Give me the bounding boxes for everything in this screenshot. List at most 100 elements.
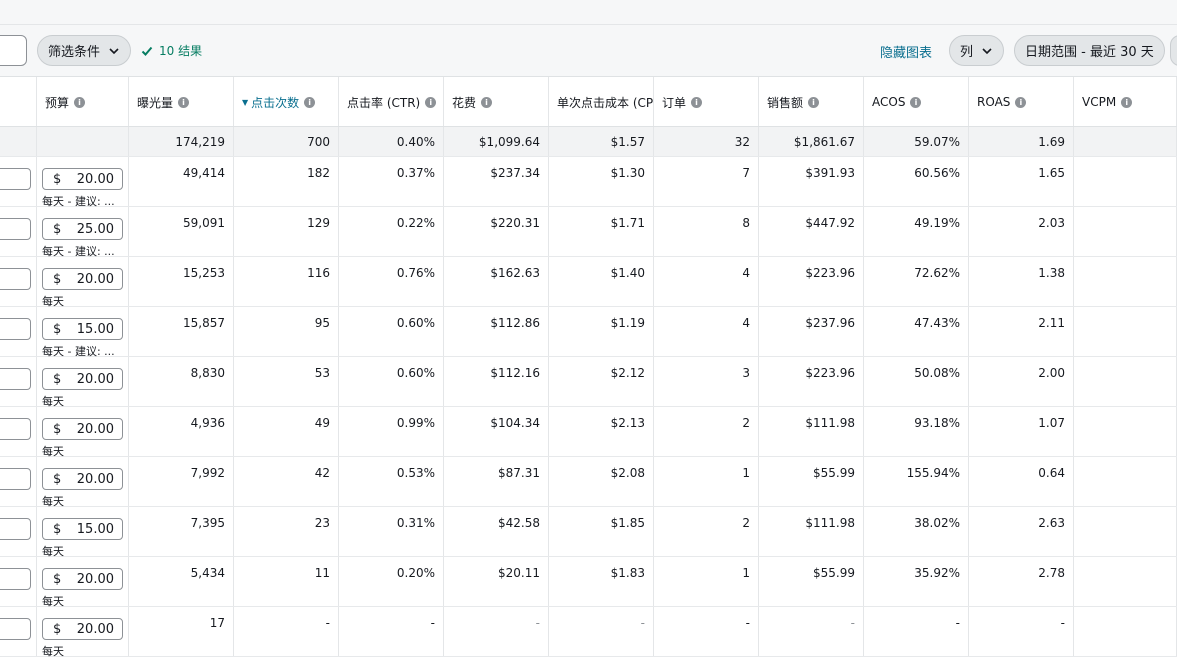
column-header-acos[interactable]: ACOS i [864, 77, 969, 127]
table-row: $20.00 每天 - 建议: ... 49,414 182 0.37% $237.34 $… [0, 157, 1177, 208]
ctr-cell: 0.37% [339, 157, 444, 206]
columns-dropdown-button[interactable]: 列 [949, 35, 1005, 66]
info-icon[interactable]: i [304, 96, 316, 108]
export-button[interactable] [1170, 35, 1177, 66]
info-icon[interactable]: i [425, 96, 437, 108]
column-header-label: 预算 [45, 95, 70, 110]
currency-symbol: $ [53, 572, 62, 587]
budget-input[interactable]: $20.00 [42, 568, 123, 590]
column-header-label: 销售额 [767, 95, 804, 110]
budget-input[interactable]: $20.00 [42, 468, 123, 490]
cpc-cell: $1.30 [549, 157, 654, 206]
name-input[interactable] [0, 518, 31, 540]
budget-input[interactable]: $25.00 [42, 218, 123, 240]
top-bar [0, 0, 1177, 25]
impressions-cell: 5,434 [129, 557, 234, 606]
hide-chart-link[interactable]: 隐藏图表 [880, 42, 932, 61]
budget-input[interactable]: $20.00 [42, 168, 123, 190]
column-header-label: 订单 [662, 95, 687, 110]
info-icon[interactable]: i [1121, 96, 1133, 108]
column-header-label: 点击次数 [251, 95, 300, 110]
info-icon[interactable]: i [481, 96, 493, 108]
acos-cell: 50.08% [864, 357, 969, 406]
currency-symbol: $ [53, 522, 62, 537]
budget-input[interactable]: $20.00 [42, 618, 123, 640]
vcpm-cell [1074, 257, 1177, 306]
column-header-ctr[interactable]: 点击率 (CTR) i [339, 77, 444, 127]
spend-cell: $237.34 [444, 157, 549, 206]
cpc-cell: $2.12 [549, 357, 654, 406]
column-header-cpc[interactable]: 单次点击成本 (CPC)i [549, 77, 654, 127]
column-header-label: VCPM [1082, 95, 1117, 109]
ctr-cell: 0.20% [339, 557, 444, 606]
roas-cell: 1.07 [969, 407, 1074, 456]
budget-input[interactable]: $20.00 [42, 368, 123, 390]
column-header-vcpm[interactable]: VCPM i [1074, 77, 1177, 127]
name-input[interactable] [0, 368, 31, 390]
roas-cell: - [969, 607, 1074, 656]
column-header-orders[interactable]: 订单 i [654, 77, 759, 127]
name-input[interactable] [0, 418, 31, 440]
columns-label: 列 [960, 45, 974, 60]
orders-cell: - [654, 607, 759, 656]
budget-input[interactable]: $20.00 [42, 418, 123, 440]
impressions-cell: 7,992 [129, 457, 234, 506]
column-header-label: 曝光量 [137, 95, 174, 110]
clicks-cell: - [234, 607, 339, 656]
column-header-clicks[interactable]: ▼ 点击次数 i [234, 77, 339, 127]
totals-ctr-cell: 0.40% [339, 127, 444, 156]
budget-amount: 20.00 [76, 472, 114, 487]
filter-dropdown-button[interactable]: 筛选条件 [37, 35, 132, 66]
info-icon[interactable]: i [74, 96, 86, 108]
search-input[interactable] [0, 35, 27, 66]
budget-input[interactable]: $15.00 [42, 518, 123, 540]
date-range-button[interactable]: 日期范围 - 最近 30 天 [1014, 35, 1165, 66]
name-input[interactable] [0, 168, 31, 190]
results-label: 10 结果 [159, 44, 203, 58]
name-input[interactable] [0, 318, 31, 340]
column-header-spend[interactable]: 花费 i [444, 77, 549, 127]
acos-cell: 35.92% [864, 557, 969, 606]
orders-cell: 1 [654, 557, 759, 606]
name-input[interactable] [0, 468, 31, 490]
info-icon[interactable]: i [178, 96, 190, 108]
budget-input[interactable]: $15.00 [42, 318, 123, 340]
name-cell [0, 207, 37, 256]
table-row: $20.00 每天 5,434 11 0.20% $20.11 $1.83 1 $55.99 35… [0, 557, 1177, 608]
name-input[interactable] [0, 268, 31, 290]
name-input[interactable] [0, 618, 31, 640]
totals-acos-cell: 59.07% [864, 127, 969, 156]
info-icon[interactable]: i [910, 96, 922, 108]
info-icon[interactable]: i [808, 96, 820, 108]
vcpm-cell [1074, 557, 1177, 606]
totals-clicks-cell: 700 [234, 127, 339, 156]
column-header-sales[interactable]: 销售额 i [759, 77, 864, 127]
roas-cell: 1.65 [969, 157, 1074, 206]
impressions-cell: 4,936 [129, 407, 234, 456]
ctr-cell: 0.99% [339, 407, 444, 456]
info-icon[interactable]: i [1015, 96, 1027, 108]
vcpm-cell [1074, 607, 1177, 656]
budget-input[interactable]: $20.00 [42, 268, 123, 290]
acos-cell: 60.56% [864, 157, 969, 206]
budget-amount: 25.00 [76, 222, 114, 237]
name-input[interactable] [0, 218, 31, 240]
clicks-cell: 95 [234, 307, 339, 356]
currency-symbol: $ [53, 422, 62, 437]
column-header-impressions[interactable]: 曝光量 i [129, 77, 234, 127]
clicks-cell: 49 [234, 407, 339, 456]
name-input[interactable] [0, 568, 31, 590]
orders-cell: 2 [654, 507, 759, 556]
column-header-roas[interactable]: ROAS i [969, 77, 1074, 127]
column-header-label: ACOS [872, 95, 906, 109]
sales-cell: $111.98 [759, 507, 864, 556]
budget-amount: 15.00 [76, 522, 114, 537]
impressions-cell: 7,395 [129, 507, 234, 556]
info-icon[interactable]: i [691, 96, 703, 108]
cpc-cell: $1.40 [549, 257, 654, 306]
roas-cell: 2.11 [969, 307, 1074, 356]
currency-symbol: $ [53, 222, 62, 237]
clicks-cell: 23 [234, 507, 339, 556]
sales-cell: $391.93 [759, 157, 864, 206]
column-header-budget[interactable]: 预算 i [37, 77, 129, 127]
